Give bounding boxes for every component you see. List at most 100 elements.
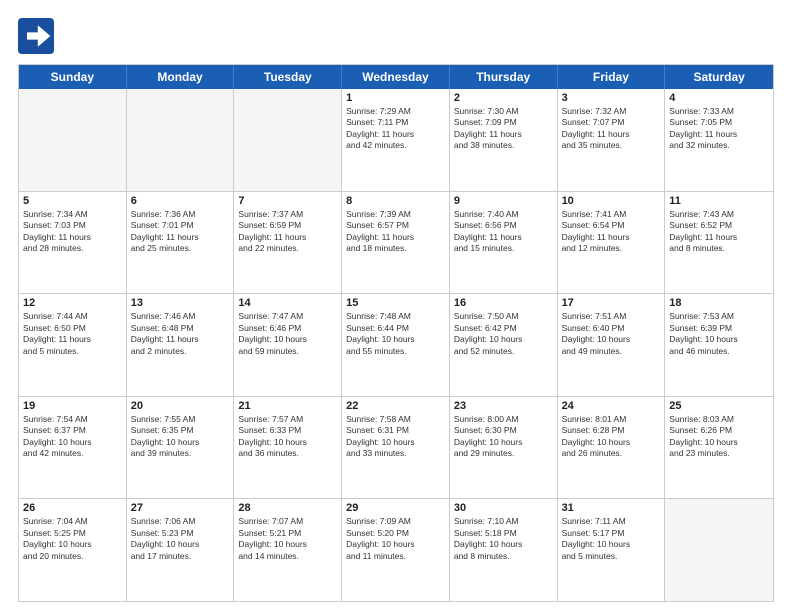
cell-line-3: and 46 minutes. bbox=[669, 346, 769, 357]
calendar-cell-23: 23Sunrise: 8:00 AMSunset: 6:30 PMDayligh… bbox=[450, 397, 558, 499]
cell-line-1: Sunset: 5:18 PM bbox=[454, 528, 553, 539]
day-number: 31 bbox=[562, 502, 661, 514]
cell-line-3: and 32 minutes. bbox=[669, 140, 769, 151]
cell-line-2: Daylight: 11 hours bbox=[669, 129, 769, 140]
cell-line-2: Daylight: 11 hours bbox=[562, 129, 661, 140]
cell-line-0: Sunrise: 7:43 AM bbox=[669, 209, 769, 220]
cell-line-1: Sunset: 6:52 PM bbox=[669, 220, 769, 231]
logo-icon bbox=[18, 18, 54, 54]
calendar-cell-empty-0-0 bbox=[19, 89, 127, 191]
calendar-cell-14: 14Sunrise: 7:47 AMSunset: 6:46 PMDayligh… bbox=[234, 294, 342, 396]
calendar-cell-6: 6Sunrise: 7:36 AMSunset: 7:01 PMDaylight… bbox=[127, 192, 235, 294]
cell-line-0: Sunrise: 7:07 AM bbox=[238, 516, 337, 527]
cell-line-2: Daylight: 11 hours bbox=[131, 334, 230, 345]
cell-line-0: Sunrise: 7:30 AM bbox=[454, 106, 553, 117]
cell-line-1: Sunset: 7:03 PM bbox=[23, 220, 122, 231]
calendar-cell-31: 31Sunrise: 7:11 AMSunset: 5:17 PMDayligh… bbox=[558, 499, 666, 601]
calendar-cell-13: 13Sunrise: 7:46 AMSunset: 6:48 PMDayligh… bbox=[127, 294, 235, 396]
cell-line-0: Sunrise: 7:09 AM bbox=[346, 516, 445, 527]
day-number: 26 bbox=[23, 502, 122, 514]
cell-line-1: Sunset: 6:42 PM bbox=[454, 323, 553, 334]
day-number: 30 bbox=[454, 502, 553, 514]
cell-line-0: Sunrise: 7:11 AM bbox=[562, 516, 661, 527]
cell-line-3: and 25 minutes. bbox=[131, 243, 230, 254]
day-number: 15 bbox=[346, 297, 445, 309]
cell-line-3: and 28 minutes. bbox=[23, 243, 122, 254]
cell-line-1: Sunset: 7:07 PM bbox=[562, 117, 661, 128]
cell-line-0: Sunrise: 7:50 AM bbox=[454, 311, 553, 322]
cell-line-1: Sunset: 5:23 PM bbox=[131, 528, 230, 539]
cell-line-0: Sunrise: 7:41 AM bbox=[562, 209, 661, 220]
cell-line-3: and 38 minutes. bbox=[454, 140, 553, 151]
cell-line-2: Daylight: 10 hours bbox=[346, 437, 445, 448]
cell-line-0: Sunrise: 8:00 AM bbox=[454, 414, 553, 425]
day-number: 19 bbox=[23, 400, 122, 412]
cell-line-2: Daylight: 10 hours bbox=[454, 437, 553, 448]
day-number: 25 bbox=[669, 400, 769, 412]
cell-line-0: Sunrise: 7:36 AM bbox=[131, 209, 230, 220]
cell-line-2: Daylight: 10 hours bbox=[23, 437, 122, 448]
cell-line-0: Sunrise: 8:01 AM bbox=[562, 414, 661, 425]
cell-line-0: Sunrise: 8:03 AM bbox=[669, 414, 769, 425]
cell-line-1: Sunset: 6:48 PM bbox=[131, 323, 230, 334]
cell-line-3: and 5 minutes. bbox=[23, 346, 122, 357]
cell-line-2: Daylight: 10 hours bbox=[454, 334, 553, 345]
day-number: 11 bbox=[669, 195, 769, 207]
cell-line-0: Sunrise: 7:55 AM bbox=[131, 414, 230, 425]
cell-line-0: Sunrise: 7:40 AM bbox=[454, 209, 553, 220]
cell-line-3: and 52 minutes. bbox=[454, 346, 553, 357]
cell-line-3: and 17 minutes. bbox=[131, 551, 230, 562]
cell-line-3: and 42 minutes. bbox=[23, 448, 122, 459]
calendar-cell-12: 12Sunrise: 7:44 AMSunset: 6:50 PMDayligh… bbox=[19, 294, 127, 396]
cell-line-3: and 8 minutes. bbox=[454, 551, 553, 562]
day-number: 16 bbox=[454, 297, 553, 309]
day-number: 29 bbox=[346, 502, 445, 514]
calendar-cell-22: 22Sunrise: 7:58 AMSunset: 6:31 PMDayligh… bbox=[342, 397, 450, 499]
day-number: 12 bbox=[23, 297, 122, 309]
day-number: 9 bbox=[454, 195, 553, 207]
calendar-cell-24: 24Sunrise: 8:01 AMSunset: 6:28 PMDayligh… bbox=[558, 397, 666, 499]
calendar-cell-11: 11Sunrise: 7:43 AMSunset: 6:52 PMDayligh… bbox=[665, 192, 773, 294]
header bbox=[18, 18, 774, 54]
cell-line-3: and 22 minutes. bbox=[238, 243, 337, 254]
calendar-row-0: 1Sunrise: 7:29 AMSunset: 7:11 PMDaylight… bbox=[19, 89, 773, 191]
cell-line-1: Sunset: 5:17 PM bbox=[562, 528, 661, 539]
cell-line-1: Sunset: 7:11 PM bbox=[346, 117, 445, 128]
cell-line-2: Daylight: 11 hours bbox=[454, 232, 553, 243]
calendar-cell-4: 4Sunrise: 7:33 AMSunset: 7:05 PMDaylight… bbox=[665, 89, 773, 191]
calendar-cell-30: 30Sunrise: 7:10 AMSunset: 5:18 PMDayligh… bbox=[450, 499, 558, 601]
cell-line-3: and 2 minutes. bbox=[131, 346, 230, 357]
calendar-row-3: 19Sunrise: 7:54 AMSunset: 6:37 PMDayligh… bbox=[19, 396, 773, 499]
cell-line-1: Sunset: 7:01 PM bbox=[131, 220, 230, 231]
cell-line-0: Sunrise: 7:34 AM bbox=[23, 209, 122, 220]
cell-line-3: and 36 minutes. bbox=[238, 448, 337, 459]
cell-line-1: Sunset: 6:40 PM bbox=[562, 323, 661, 334]
cell-line-1: Sunset: 6:59 PM bbox=[238, 220, 337, 231]
cell-line-1: Sunset: 6:37 PM bbox=[23, 425, 122, 436]
cell-line-3: and 55 minutes. bbox=[346, 346, 445, 357]
cell-line-3: and 59 minutes. bbox=[238, 346, 337, 357]
cell-line-3: and 42 minutes. bbox=[346, 140, 445, 151]
calendar-cell-1: 1Sunrise: 7:29 AMSunset: 7:11 PMDaylight… bbox=[342, 89, 450, 191]
cell-line-0: Sunrise: 7:57 AM bbox=[238, 414, 337, 425]
day-number: 20 bbox=[131, 400, 230, 412]
cell-line-1: Sunset: 7:05 PM bbox=[669, 117, 769, 128]
cell-line-1: Sunset: 6:57 PM bbox=[346, 220, 445, 231]
cell-line-0: Sunrise: 7:32 AM bbox=[562, 106, 661, 117]
day-number: 6 bbox=[131, 195, 230, 207]
cell-line-1: Sunset: 6:33 PM bbox=[238, 425, 337, 436]
cell-line-3: and 33 minutes. bbox=[346, 448, 445, 459]
cell-line-2: Daylight: 10 hours bbox=[562, 437, 661, 448]
calendar-body: 1Sunrise: 7:29 AMSunset: 7:11 PMDaylight… bbox=[19, 89, 773, 601]
calendar-cell-21: 21Sunrise: 7:57 AMSunset: 6:33 PMDayligh… bbox=[234, 397, 342, 499]
cell-line-2: Daylight: 10 hours bbox=[454, 539, 553, 550]
cell-line-2: Daylight: 11 hours bbox=[346, 129, 445, 140]
day-number: 28 bbox=[238, 502, 337, 514]
cell-line-2: Daylight: 11 hours bbox=[23, 334, 122, 345]
calendar-cell-9: 9Sunrise: 7:40 AMSunset: 6:56 PMDaylight… bbox=[450, 192, 558, 294]
weekday-header-thursday: Thursday bbox=[450, 65, 558, 89]
day-number: 1 bbox=[346, 92, 445, 104]
cell-line-0: Sunrise: 7:58 AM bbox=[346, 414, 445, 425]
cell-line-0: Sunrise: 7:47 AM bbox=[238, 311, 337, 322]
cell-line-3: and 29 minutes. bbox=[454, 448, 553, 459]
